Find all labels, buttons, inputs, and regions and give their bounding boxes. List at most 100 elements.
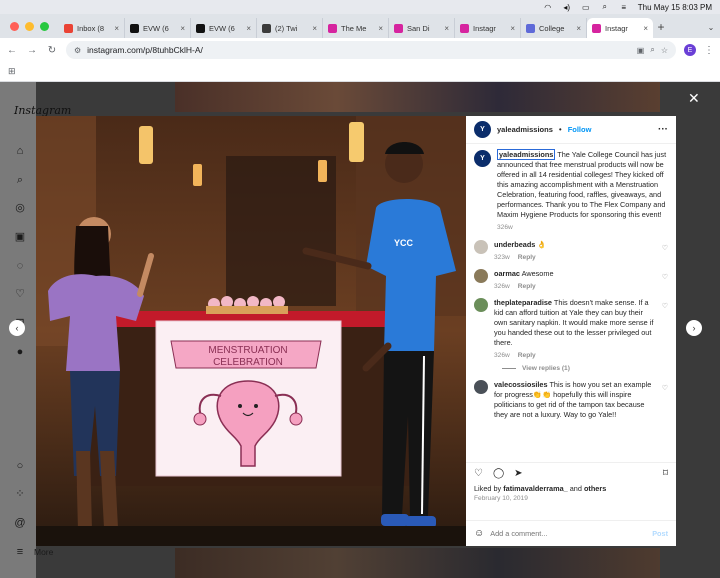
site-settings-icon[interactable]: ⚙: [74, 46, 81, 55]
view-replies-label: View replies (1): [522, 365, 570, 373]
profile-icon[interactable]: ●: [13, 345, 27, 359]
tab-search-chevron-icon[interactable]: ⌄: [702, 23, 720, 38]
commenter-avatar[interactable]: [474, 297, 488, 312]
control-center-icon[interactable]: ≡: [619, 3, 629, 12]
browser-tab[interactable]: (2) Twi ×: [257, 18, 323, 38]
more-menu-icon[interactable]: ≡: [13, 545, 27, 559]
add-comment-input[interactable]: [490, 529, 647, 538]
browser-tab[interactable]: EVW (6 ×: [191, 18, 257, 38]
comment-like-heart-icon[interactable]: ♡: [662, 380, 668, 420]
browser-tab[interactable]: EVW (6 ×: [125, 18, 191, 38]
commenter-avatar[interactable]: [474, 239, 488, 254]
commenter-avatar[interactable]: [474, 268, 488, 283]
close-icon[interactable]: ✕: [688, 90, 700, 107]
tab-close-icon[interactable]: ×: [444, 24, 449, 33]
liked-by-user[interactable]: fatimavalderrama_: [503, 484, 568, 493]
browser-tab[interactable]: San Di ×: [389, 18, 455, 38]
follow-button[interactable]: Follow: [568, 125, 592, 134]
address-bar[interactable]: ⚙ instagram.com/p/8tuhbCklH-A/ ▣ ⌕ ☆: [66, 41, 676, 59]
comment-like-heart-icon[interactable]: ♡: [662, 298, 668, 360]
home-icon[interactable]: ⌂: [13, 144, 27, 158]
tab-close-icon[interactable]: ×: [643, 24, 648, 33]
browser-tab[interactable]: Instagr ×: [587, 18, 653, 38]
tab-favicon-icon: [328, 23, 337, 33]
comment-age[interactable]: 326w: [494, 282, 510, 291]
install-app-icon[interactable]: ▣: [637, 46, 645, 55]
like-heart-icon[interactable]: ♡: [474, 468, 483, 479]
minimize-window-button[interactable]: [25, 22, 34, 31]
zoom-icon[interactable]: ⌕: [650, 45, 654, 55]
tab-close-icon[interactable]: ×: [378, 24, 383, 33]
tab-close-icon[interactable]: ×: [576, 24, 581, 33]
reload-button[interactable]: ↻: [46, 45, 58, 56]
comment-age[interactable]: 326w: [494, 351, 510, 360]
previous-post-button[interactable]: ‹: [9, 320, 25, 336]
comment-age[interactable]: 323w: [494, 253, 510, 262]
commenter-username[interactable]: theplateparadise: [494, 298, 552, 307]
emoji-picker-icon[interactable]: ☺: [474, 528, 484, 539]
search-icon[interactable]: ⌕: [13, 173, 27, 187]
comment-like-heart-icon[interactable]: ♡: [662, 240, 668, 262]
forward-button[interactable]: →: [26, 45, 38, 56]
comment-body: valecossiosiles This is how you set an e…: [494, 380, 656, 420]
commenter-avatar[interactable]: [474, 380, 488, 395]
battery-icon[interactable]: ▭: [581, 3, 591, 12]
commenter-username[interactable]: oarmac: [494, 269, 520, 278]
volume-icon[interactable]: ◂): [562, 3, 572, 12]
macos-menubar: ◠ ◂) ▭ ⌕ ≡ Thu May 15 8:03 PM: [0, 0, 720, 14]
share-send-icon[interactable]: ➤: [514, 468, 522, 479]
view-replies-button[interactable]: View replies (1): [502, 365, 668, 372]
browser-tab[interactable]: Instagr ×: [455, 18, 521, 38]
commenter-username[interactable]: underbeads: [494, 240, 535, 249]
reply-button[interactable]: Reply: [518, 351, 536, 360]
wifi-icon[interactable]: ◠: [543, 3, 553, 12]
tab-close-icon[interactable]: ×: [246, 24, 251, 33]
apps-grid-icon[interactable]: ⊞: [8, 66, 16, 77]
caption-username[interactable]: yaleadmissions: [497, 149, 556, 160]
reels-icon[interactable]: ▣: [13, 230, 27, 244]
author-username[interactable]: yaleadmissions: [497, 125, 553, 134]
messenger-icon[interactable]: ◌: [13, 259, 27, 273]
back-button[interactable]: ←: [6, 45, 18, 56]
threads-icon[interactable]: @: [13, 516, 27, 530]
comment-like-heart-icon[interactable]: ♡: [662, 269, 668, 291]
post-date[interactable]: February 10, 2019: [466, 493, 676, 504]
browser-tab[interactable]: The Me ×: [323, 18, 389, 38]
next-post-button[interactable]: ›: [686, 320, 702, 336]
search-icon[interactable]: ⌕: [600, 2, 610, 12]
apps-icon[interactable]: ⁘: [13, 487, 27, 501]
reply-button[interactable]: Reply: [518, 282, 536, 291]
tab-close-icon[interactable]: ×: [114, 24, 119, 33]
post-options-icon[interactable]: ···: [658, 124, 668, 135]
more-menu-label[interactable]: More: [34, 547, 53, 557]
menubar-clock[interactable]: Thu May 15 8:03 PM: [638, 3, 712, 12]
address-bar-url[interactable]: instagram.com/p/8tuhbCklH-A/: [87, 45, 631, 55]
zoom-window-button[interactable]: [40, 22, 49, 31]
liked-others-link[interactable]: others: [584, 484, 606, 493]
tab-close-icon[interactable]: ×: [312, 24, 317, 33]
post-photo[interactable]: MENSTRUATION CELEBRATION YCC: [36, 116, 466, 546]
new-tab-button[interactable]: +: [653, 20, 669, 38]
post-comment-button[interactable]: Post: [652, 529, 668, 538]
tab-title: EVW (6: [143, 23, 169, 33]
comment-bubble-icon[interactable]: ◯: [493, 468, 504, 479]
reply-button[interactable]: Reply: [518, 253, 536, 262]
browser-tab[interactable]: Inbox (8 ×: [59, 18, 125, 38]
bookmark-star-icon[interactable]: ☆: [661, 46, 668, 55]
meta-ai-icon[interactable]: ○: [13, 459, 27, 473]
profile-avatar[interactable]: E: [684, 44, 696, 56]
background-post-grid-bottom: [175, 548, 660, 578]
notifications-heart-icon[interactable]: ♡: [13, 287, 27, 301]
explore-icon[interactable]: ◎: [13, 201, 27, 215]
tab-close-icon[interactable]: ×: [510, 24, 515, 33]
save-bookmark-icon[interactable]: ⌑: [663, 468, 668, 479]
author-avatar[interactable]: Y: [474, 121, 491, 138]
post-header: Y yaleadmissions • Follow ···: [466, 116, 676, 144]
commenter-username[interactable]: valecossiosiles: [494, 380, 548, 389]
caption-age[interactable]: 326w: [497, 223, 513, 232]
close-window-button[interactable]: [10, 22, 19, 31]
browser-menu-icon[interactable]: ⋮: [704, 45, 714, 56]
tab-close-icon[interactable]: ×: [180, 24, 185, 33]
caption-avatar[interactable]: Y: [474, 150, 491, 167]
browser-tab[interactable]: College ×: [521, 18, 587, 38]
